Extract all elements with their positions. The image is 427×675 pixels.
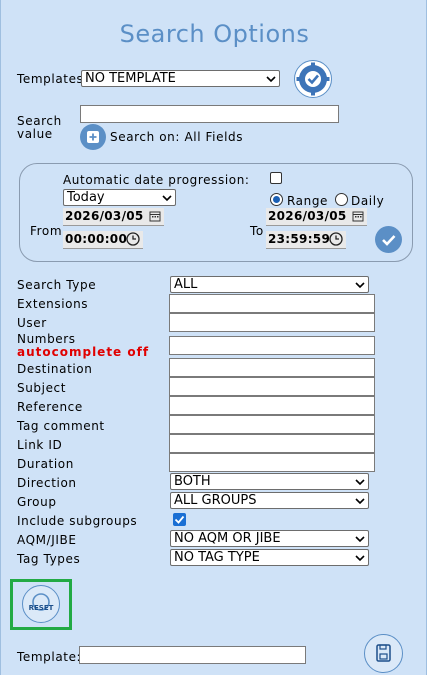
reset-button[interactable]: RESET [22, 585, 60, 623]
numbers-label: Numbers [17, 332, 76, 346]
calendar-icon[interactable] [149, 210, 161, 222]
search-on-label: Search on: All Fields [110, 130, 244, 144]
extensions-input[interactable] [169, 294, 375, 313]
include-subgroups-checkbox[interactable] [173, 513, 186, 526]
from-time-value: 00:00:00 [65, 232, 128, 246]
from-date-input[interactable]: 2026/03/05 [63, 208, 164, 226]
chevron-down-icon [355, 555, 365, 562]
to-label: To [250, 224, 264, 238]
link-id-input[interactable] [169, 434, 375, 453]
direction-label: Direction [17, 476, 77, 490]
search-value-label: Search value [17, 114, 62, 141]
tag-comment-label: Tag comment [17, 419, 105, 433]
numbers-input[interactable] [169, 336, 375, 355]
group-label: Group [17, 495, 57, 509]
reset-label: RESET [28, 604, 54, 612]
chevron-down-icon [162, 195, 172, 202]
template-name-label: Template: [17, 650, 82, 664]
subject-label: Subject [17, 381, 67, 395]
calendar-icon[interactable] [352, 210, 364, 222]
from-date-value: 2026/03/05 [65, 209, 144, 223]
aqm-jibe-label: AQM/JIBE [17, 533, 77, 547]
date-preset-select[interactable]: Today [63, 189, 176, 206]
chevron-down-icon [355, 282, 365, 289]
chevron-down-icon [355, 536, 365, 543]
search-type-label: Search Type [17, 278, 97, 292]
tag-comment-input[interactable] [169, 415, 375, 434]
date-preset-value: Today [67, 190, 105, 205]
chevron-down-icon [355, 479, 365, 486]
destination-input[interactable] [169, 358, 375, 377]
clock-icon[interactable] [126, 232, 140, 246]
search-type-select[interactable]: ALL [170, 276, 369, 293]
range-label: Range [287, 194, 329, 208]
reference-label: Reference [17, 400, 83, 414]
subject-input[interactable] [169, 377, 375, 396]
templates-label: Templates [17, 72, 84, 86]
direction-select[interactable]: BOTH [170, 473, 369, 490]
gear-check-icon [296, 62, 330, 96]
range-radio[interactable] [270, 193, 283, 206]
duration-label: Duration [17, 457, 74, 471]
to-date-value: 2026/03/05 [268, 209, 347, 223]
group-select[interactable]: ALL GROUPS [170, 492, 369, 509]
search-options-panel: Search Options Templates NO TEMPLATE Sea… [0, 0, 427, 675]
auto-date-progression-checkbox[interactable] [270, 172, 282, 184]
search-value-input[interactable] [80, 105, 339, 123]
search-on-button[interactable] [80, 124, 106, 150]
destination-label: Destination [17, 362, 93, 376]
chevron-down-icon [266, 76, 276, 83]
clock-icon[interactable] [329, 232, 343, 246]
tag-types-value: NO TAG TYPE [174, 550, 260, 565]
template-settings-button[interactable] [294, 60, 332, 98]
templates-select[interactable]: NO TEMPLATE [81, 70, 280, 87]
save-icon [376, 644, 391, 662]
tag-types-label: Tag Types [17, 552, 81, 566]
plus-icon [87, 131, 99, 143]
duration-input[interactable] [169, 453, 375, 472]
check-icon [382, 235, 396, 246]
daily-radio[interactable] [335, 193, 348, 206]
aqm-jibe-select[interactable]: NO AQM OR JIBE [170, 530, 369, 547]
auto-date-progression-label: Automatic date progression: [63, 173, 250, 187]
include-subgroups-label: Include subgroups [17, 514, 138, 528]
tag-types-select[interactable]: NO TAG TYPE [170, 549, 369, 566]
apply-date-button[interactable] [375, 226, 402, 253]
search-type-value: ALL [174, 277, 198, 292]
to-time-input[interactable]: 23:59:59 [266, 231, 346, 249]
from-time-input[interactable]: 00:00:00 [63, 231, 143, 249]
autocomplete-off-notice: autocomplete off [17, 345, 150, 359]
user-input[interactable] [169, 313, 375, 332]
check-icon [174, 515, 185, 524]
save-template-button[interactable] [364, 634, 403, 673]
group-value: ALL GROUPS [174, 493, 257, 508]
to-date-input[interactable]: 2026/03/05 [266, 208, 367, 226]
user-label: User [17, 316, 47, 330]
template-name-input[interactable] [79, 646, 306, 664]
chevron-down-icon [355, 498, 365, 505]
aqm-jibe-value: NO AQM OR JIBE [174, 531, 281, 546]
to-time-value: 23:59:59 [268, 232, 331, 246]
templates-selected-value: NO TEMPLATE [85, 71, 176, 86]
from-label: From [30, 224, 63, 238]
daily-label: Daily [351, 194, 385, 208]
link-id-label: Link ID [17, 438, 63, 452]
extensions-label: Extensions [17, 297, 89, 311]
direction-value: BOTH [174, 474, 211, 489]
reference-input[interactable] [169, 396, 375, 415]
page-title: Search Options [119, 20, 310, 48]
